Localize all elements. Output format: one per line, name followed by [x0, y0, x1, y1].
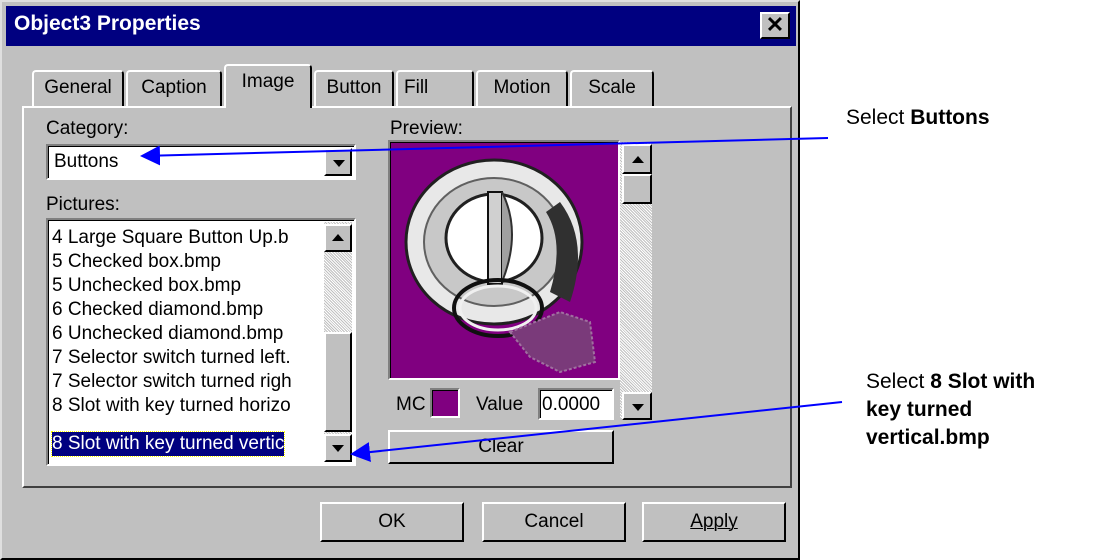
callout-text: Select — [846, 106, 911, 129]
callout-select-slot-key: Select 8 Slot with key turned vertical.b… — [866, 368, 1035, 452]
callout-bold: 8 Slot with — [930, 370, 1036, 393]
arrow-to-category — [140, 137, 829, 166]
callout-bold: Buttons — [910, 106, 990, 129]
callout-bold: key turned — [866, 398, 973, 421]
callout-select-buttons: Select Buttons — [846, 104, 990, 132]
tab-label: Image — [241, 71, 295, 92]
callout-arrows — [140, 137, 843, 463]
callout-text: Select — [866, 370, 931, 393]
callout-bold: vertical.bmp — [866, 426, 990, 449]
tab-image[interactable]: Image — [224, 64, 312, 108]
arrow-to-selected-picture — [350, 401, 843, 463]
